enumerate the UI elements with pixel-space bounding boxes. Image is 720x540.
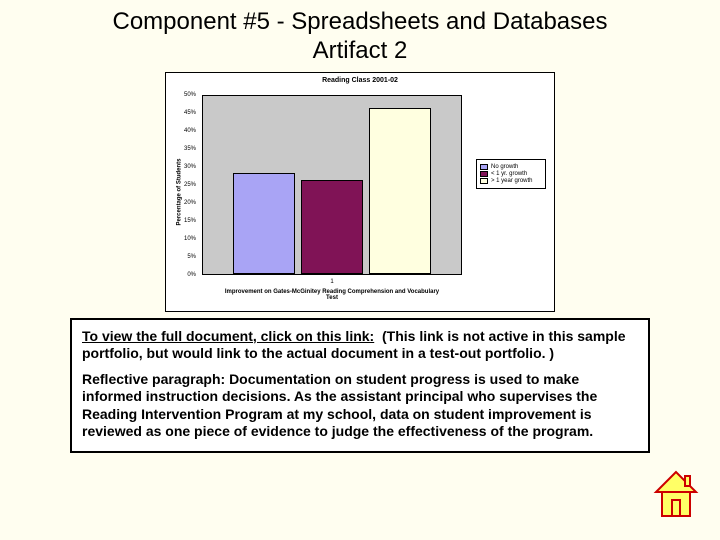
- description-textbox: To view the full document, click on this…: [70, 318, 650, 453]
- chart-ytick: 35%: [184, 146, 196, 152]
- chart-container: Reading Class 2001-02 Percentage of Stud…: [165, 72, 555, 312]
- chart-bar-series-1: [301, 180, 363, 274]
- chart-title: Reading Class 2001-02: [166, 73, 554, 86]
- legend-swatch-2: [480, 178, 488, 184]
- chart-category-label: 1: [202, 279, 462, 285]
- reflect-label: Reflective paragraph:: [82, 371, 225, 387]
- chart-ytick: 25%: [184, 182, 196, 188]
- chart-xlabel: Improvement on Gates-McGinitey Reading C…: [202, 289, 462, 302]
- legend-item-2: > 1 year growth: [480, 178, 542, 184]
- chart-ytick: 5%: [187, 254, 196, 260]
- chart-ytick: 50%: [184, 92, 196, 98]
- legend-swatch-1: [480, 171, 488, 177]
- title-line1: Component #5 - Spreadsheets and Database…: [113, 8, 608, 35]
- slide-title: Component #5 - Spreadsheets and Database…: [0, 0, 720, 68]
- home-icon[interactable]: [652, 470, 700, 522]
- chart-plot-area: [202, 95, 462, 275]
- chart-ylabel: Percentage of Students: [176, 158, 182, 225]
- chart-ytick: 15%: [184, 218, 196, 224]
- title-line2: Artifact 2: [313, 37, 408, 64]
- legend-swatch-0: [480, 164, 488, 170]
- chart-bar-series-2: [369, 108, 431, 274]
- reflective-paragraph: Reflective paragraph: Documentation on s…: [82, 371, 638, 441]
- link-paragraph: To view the full document, click on this…: [82, 328, 638, 363]
- chart-ytick: 0%: [187, 272, 196, 278]
- chart-ytick: 40%: [184, 128, 196, 134]
- document-link[interactable]: To view the full document, click on this…: [82, 328, 374, 344]
- chart-ytick: 20%: [184, 200, 196, 206]
- legend-item-0: No growth: [480, 164, 542, 170]
- legend-item-1: < 1 yr. growth: [480, 171, 542, 177]
- chart-ytick: 45%: [184, 110, 196, 116]
- chart-legend: No growth < 1 yr. growth > 1 year growth: [476, 159, 546, 189]
- chart-ytick: 10%: [184, 236, 196, 242]
- chart-bar-series-0: [233, 173, 295, 274]
- chart-ytick: 30%: [184, 164, 196, 170]
